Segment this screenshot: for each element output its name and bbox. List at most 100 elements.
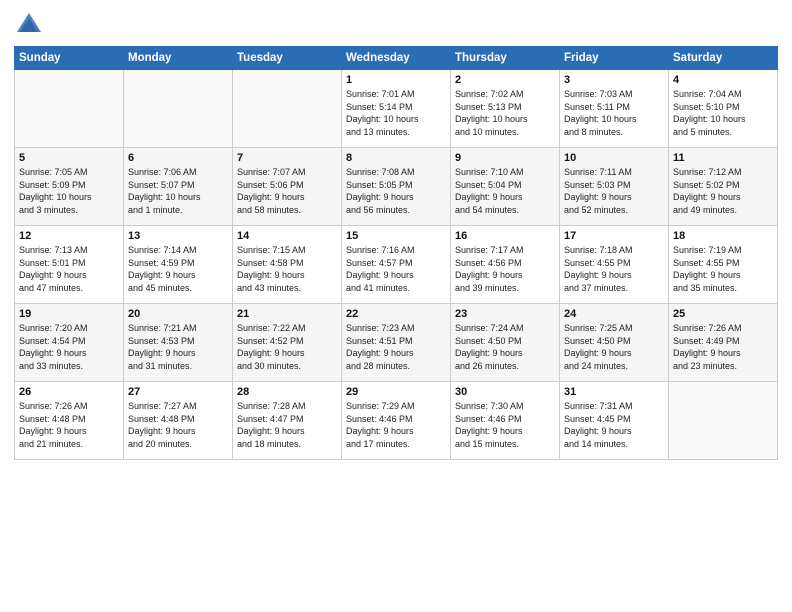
day-number: 19 — [19, 308, 119, 320]
calendar-cell: 9 Sunrise: 7:10 AM Sunset: 5:04 PM Daylig… — [451, 148, 560, 226]
calendar: SundayMondayTuesdayWednesdayThursdayFrid… — [14, 46, 778, 460]
day-info: Sunrise: 7:20 AM Sunset: 4:54 PM Dayligh… — [19, 322, 119, 372]
calendar-cell: 16Sunrise: 7:17 AM Sunset: 4:56 PM Dayli… — [451, 226, 560, 304]
calendar-cell: 4 Sunrise: 7:04 AM Sunset: 5:10 PM Daylig… — [669, 70, 778, 148]
day-info: Sunrise: 7:12 AM Sunset: 5:02 PM Dayligh… — [673, 166, 773, 216]
day-number: 6 — [128, 152, 228, 164]
calendar-cell — [233, 70, 342, 148]
day-info: Sunrise: 7:05 AM Sunset: 5:09 PM Dayligh… — [19, 166, 119, 216]
calendar-cell: 11 Sunrise: 7:12 AM Sunset: 5:02 PM Dayli… — [669, 148, 778, 226]
day-info: Sunrise: 7:30 AM Sunset: 4:46 PM Dayligh… — [455, 400, 555, 450]
day-number: 20 — [128, 308, 228, 320]
calendar-cell — [669, 382, 778, 460]
calendar-cell: 14 Sunrise: 7:15 AM Sunset: 4:58 PM Dayli… — [233, 226, 342, 304]
calendar-cell: 10 Sunrise: 7:11 AM Sunset: 5:03 PM Dayli… — [560, 148, 669, 226]
day-number: 13 — [128, 230, 228, 242]
day-number: 4 — [673, 74, 773, 86]
day-info: Sunrise: 7:15 AM Sunset: 4:58 PM Dayligh… — [237, 244, 337, 294]
day-number: 24 — [564, 308, 664, 320]
day-info: Sunrise: 7:11 AM Sunset: 5:03 PM Dayligh… — [564, 166, 664, 216]
day-number: 1 — [346, 74, 446, 86]
day-number: 21 — [237, 308, 337, 320]
calendar-cell: 5 Sunrise: 7:05 AM Sunset: 5:09 PM Daylig… — [15, 148, 124, 226]
day-info: Sunrise: 7:04 AM Sunset: 5:10 PM Dayligh… — [673, 88, 773, 138]
day-number: 3 — [564, 74, 664, 86]
calendar-cell: 2 Sunrise: 7:02 AM Sunset: 5:13 PM Daylig… — [451, 70, 560, 148]
day-info: Sunrise: 7:10 AM Sunset: 5:04 PM Dayligh… — [455, 166, 555, 216]
calendar-cell: 24 Sunrise: 7:25 AM Sunset: 4:50 PM Dayli… — [560, 304, 669, 382]
day-info: Sunrise: 7:08 AM Sunset: 5:05 PM Dayligh… — [346, 166, 446, 216]
day-number: 11 — [673, 152, 773, 164]
calendar-cell: 23 Sunrise: 7:24 AM Sunset: 4:50 PM Dayli… — [451, 304, 560, 382]
calendar-cell: 13 Sunrise: 7:14 AM Sunset: 4:59 PM Dayli… — [124, 226, 233, 304]
week-row-1: 5 Sunrise: 7:05 AM Sunset: 5:09 PM Daylig… — [15, 148, 778, 226]
weekday-header-saturday: Saturday — [669, 47, 778, 70]
weekday-header-monday: Monday — [124, 47, 233, 70]
calendar-cell: 15 Sunrise: 7:16 AM Sunset: 4:57 PM Dayli… — [342, 226, 451, 304]
calendar-cell: 6 Sunrise: 7:06 AM Sunset: 5:07 PM Daylig… — [124, 148, 233, 226]
day-info: Sunrise: 7:03 AM Sunset: 5:11 PM Dayligh… — [564, 88, 664, 138]
day-number: 15 — [346, 230, 446, 242]
day-info: Sunrise: 7:13 AM Sunset: 5:01 PM Dayligh… — [19, 244, 119, 294]
day-info: Sunrise: 7:02 AM Sunset: 5:13 PM Dayligh… — [455, 88, 555, 138]
day-number: 28 — [237, 386, 337, 398]
calendar-cell: 1 Sunrise: 7:01 AM Sunset: 5:14 PM Daylig… — [342, 70, 451, 148]
day-number: 17 — [564, 230, 664, 242]
calendar-cell: 17Sunrise: 7:18 AM Sunset: 4:55 PM Dayli… — [560, 226, 669, 304]
day-number: 2 — [455, 74, 555, 86]
day-number: 27 — [128, 386, 228, 398]
day-info: Sunrise: 7:27 AM Sunset: 4:48 PM Dayligh… — [128, 400, 228, 450]
day-info: Sunrise: 7:06 AM Sunset: 5:07 PM Dayligh… — [128, 166, 228, 216]
day-number: 10 — [564, 152, 664, 164]
day-info: Sunrise: 7:26 AM Sunset: 4:48 PM Dayligh… — [19, 400, 119, 450]
day-info: Sunrise: 7:16 AM Sunset: 4:57 PM Dayligh… — [346, 244, 446, 294]
day-number: 30 — [455, 386, 555, 398]
logo — [14, 10, 48, 40]
day-number: 23 — [455, 308, 555, 320]
day-info: Sunrise: 7:19 AM Sunset: 4:55 PM Dayligh… — [673, 244, 773, 294]
calendar-cell: 12 Sunrise: 7:13 AM Sunset: 5:01 PM Dayli… — [15, 226, 124, 304]
day-number: 8 — [346, 152, 446, 164]
day-info: Sunrise: 7:31 AM Sunset: 4:45 PM Dayligh… — [564, 400, 664, 450]
day-info: Sunrise: 7:24 AM Sunset: 4:50 PM Dayligh… — [455, 322, 555, 372]
day-info: Sunrise: 7:14 AM Sunset: 4:59 PM Dayligh… — [128, 244, 228, 294]
calendar-cell: 31 Sunrise: 7:31 AM Sunset: 4:45 PM Dayli… — [560, 382, 669, 460]
calendar-cell: 21 Sunrise: 7:22 AM Sunset: 4:52 PM Dayli… — [233, 304, 342, 382]
calendar-cell: 20Sunrise: 7:21 AM Sunset: 4:53 PM Dayli… — [124, 304, 233, 382]
day-info: Sunrise: 7:25 AM Sunset: 4:50 PM Dayligh… — [564, 322, 664, 372]
calendar-cell: 30 Sunrise: 7:30 AM Sunset: 4:46 PM Dayli… — [451, 382, 560, 460]
weekday-header-wednesday: Wednesday — [342, 47, 451, 70]
day-number: 5 — [19, 152, 119, 164]
day-info: Sunrise: 7:28 AM Sunset: 4:47 PM Dayligh… — [237, 400, 337, 450]
logo-icon — [14, 10, 44, 40]
header — [14, 10, 778, 40]
day-number: 12 — [19, 230, 119, 242]
day-info: Sunrise: 7:01 AM Sunset: 5:14 PM Dayligh… — [346, 88, 446, 138]
day-info: Sunrise: 7:17 AM Sunset: 4:56 PM Dayligh… — [455, 244, 555, 294]
day-number: 25 — [673, 308, 773, 320]
weekday-header-friday: Friday — [560, 47, 669, 70]
day-number: 26 — [19, 386, 119, 398]
calendar-cell: 18 Sunrise: 7:19 AM Sunset: 4:55 PM Dayli… — [669, 226, 778, 304]
day-info: Sunrise: 7:07 AM Sunset: 5:06 PM Dayligh… — [237, 166, 337, 216]
week-row-3: 19 Sunrise: 7:20 AM Sunset: 4:54 PM Dayli… — [15, 304, 778, 382]
day-number: 7 — [237, 152, 337, 164]
day-info: Sunrise: 7:29 AM Sunset: 4:46 PM Dayligh… — [346, 400, 446, 450]
calendar-cell: 29 Sunrise: 7:29 AM Sunset: 4:46 PM Dayli… — [342, 382, 451, 460]
weekday-header-row: SundayMondayTuesdayWednesdayThursdayFrid… — [15, 47, 778, 70]
calendar-cell — [124, 70, 233, 148]
day-number: 14 — [237, 230, 337, 242]
day-info: Sunrise: 7:23 AM Sunset: 4:51 PM Dayligh… — [346, 322, 446, 372]
day-number: 29 — [346, 386, 446, 398]
day-info: Sunrise: 7:22 AM Sunset: 4:52 PM Dayligh… — [237, 322, 337, 372]
weekday-header-sunday: Sunday — [15, 47, 124, 70]
day-number: 31 — [564, 386, 664, 398]
calendar-cell: 8 Sunrise: 7:08 AM Sunset: 5:05 PM Daylig… — [342, 148, 451, 226]
calendar-cell: 22Sunrise: 7:23 AM Sunset: 4:51 PM Dayli… — [342, 304, 451, 382]
calendar-cell: 28 Sunrise: 7:28 AM Sunset: 4:47 PM Dayli… — [233, 382, 342, 460]
calendar-cell: 26 Sunrise: 7:26 AM Sunset: 4:48 PM Dayli… — [15, 382, 124, 460]
day-number: 18 — [673, 230, 773, 242]
day-info: Sunrise: 7:26 AM Sunset: 4:49 PM Dayligh… — [673, 322, 773, 372]
week-row-4: 26 Sunrise: 7:26 AM Sunset: 4:48 PM Dayli… — [15, 382, 778, 460]
day-number: 9 — [455, 152, 555, 164]
